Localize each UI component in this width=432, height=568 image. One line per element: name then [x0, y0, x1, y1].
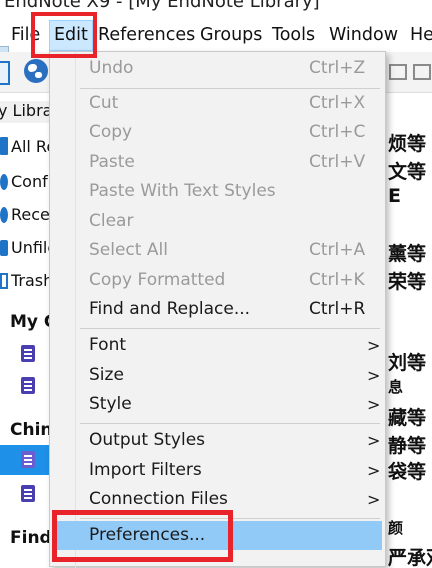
local-library-mode-icon[interactable]	[0, 61, 10, 85]
menu-separator	[80, 328, 380, 329]
reference-author[interactable]: 荣等	[388, 267, 426, 294]
reference-author[interactable]: 静等	[388, 431, 426, 458]
edit-menu-highlight-box	[31, 12, 97, 58]
menu-item-paste[interactable]: Paste Ctrl+V	[53, 148, 382, 177]
menu-item-font[interactable]: Font >	[53, 331, 382, 360]
menu-help[interactable]: He	[410, 19, 432, 52]
layout-icon[interactable]	[389, 64, 407, 80]
group-item-icon[interactable]	[21, 451, 35, 468]
submenu-arrow-icon: >	[367, 366, 381, 385]
group-configure-sync[interactable]: Conf	[11, 172, 48, 191]
menu-item-paste-with-text-styles[interactable]: Paste With Text Styles	[53, 177, 382, 206]
reference-author[interactable]: 薰等	[388, 239, 426, 266]
menu-references[interactable]: References	[98, 19, 195, 52]
reference-list-pane: 烦等 文等 E 薰等 荣等 刘等 息 藏等 静等 袋等 颜 严承双	[384, 93, 432, 567]
preferences-highlight-box	[52, 510, 233, 562]
menu-item-import-filters[interactable]: Import Filters >	[53, 456, 382, 485]
reference-author[interactable]: 文等	[388, 157, 426, 184]
menu-item-copy-formatted[interactable]: Copy Formatted Ctrl+K	[53, 266, 382, 295]
reference-author[interactable]: 袋等	[388, 457, 426, 484]
group-recently-added[interactable]: Rece	[11, 205, 50, 224]
reference-author[interactable]: 刘等	[388, 348, 426, 375]
reference-author[interactable]: 颜	[388, 517, 403, 538]
group-set-find-full-text[interactable]: Find	[10, 528, 52, 548]
menu-item-style[interactable]: Style >	[53, 390, 382, 419]
trash-icon	[0, 273, 8, 289]
group-set-chinese[interactable]: Chin	[10, 420, 53, 440]
online-search-globe-icon[interactable]	[24, 59, 48, 83]
all-references-icon	[0, 137, 8, 155]
reference-author[interactable]: 息	[388, 376, 403, 397]
group-item-icon[interactable]	[21, 377, 35, 394]
menu-item-clear[interactable]: Clear	[53, 207, 382, 236]
submenu-arrow-icon: >	[367, 336, 381, 355]
window-title: EndNote X9 - [My EndNote Library]	[4, 0, 320, 12]
reference-author[interactable]: 严承双	[388, 543, 432, 567]
group-item-icon[interactable]	[21, 345, 35, 362]
reference-author[interactable]: E	[388, 185, 401, 207]
submenu-arrow-icon: >	[367, 490, 381, 509]
recently-added-icon	[0, 207, 8, 223]
menu-groups[interactable]: Groups	[200, 19, 262, 52]
menu-window[interactable]: Window	[329, 19, 398, 52]
group-trash[interactable]: Trash	[11, 271, 53, 290]
group-item-icon[interactable]	[21, 485, 35, 502]
menu-tools[interactable]: Tools	[272, 19, 315, 52]
submenu-arrow-icon: >	[367, 395, 381, 414]
configure-sync-icon	[0, 174, 8, 190]
reference-author[interactable]: 藏等	[388, 403, 426, 430]
reference-author[interactable]: 烦等	[388, 129, 426, 156]
menu-item-copy[interactable]: Copy Ctrl+C	[53, 118, 382, 147]
menu-item-size[interactable]: Size >	[53, 361, 382, 390]
submenu-arrow-icon: >	[367, 431, 381, 450]
menu-item-undo[interactable]: Undo Ctrl+Z	[53, 54, 382, 83]
menu-item-cut[interactable]: Cut Ctrl+X	[53, 89, 382, 118]
unfiled-icon	[0, 240, 8, 256]
submenu-arrow-icon: >	[367, 461, 381, 480]
library-header-label: y Libra	[0, 101, 53, 120]
layout-alt-icon[interactable]	[413, 64, 431, 80]
menu-separator	[80, 423, 380, 424]
menu-item-output-styles[interactable]: Output Styles >	[53, 426, 382, 455]
menu-item-select-all[interactable]: Select All Ctrl+A	[53, 236, 382, 265]
menu-item-find-and-replace[interactable]: Find and Replace... Ctrl+R	[53, 295, 382, 324]
edit-menu-dropdown: Undo Ctrl+Z Cut Ctrl+X Copy Ctrl+C Paste…	[49, 51, 386, 568]
